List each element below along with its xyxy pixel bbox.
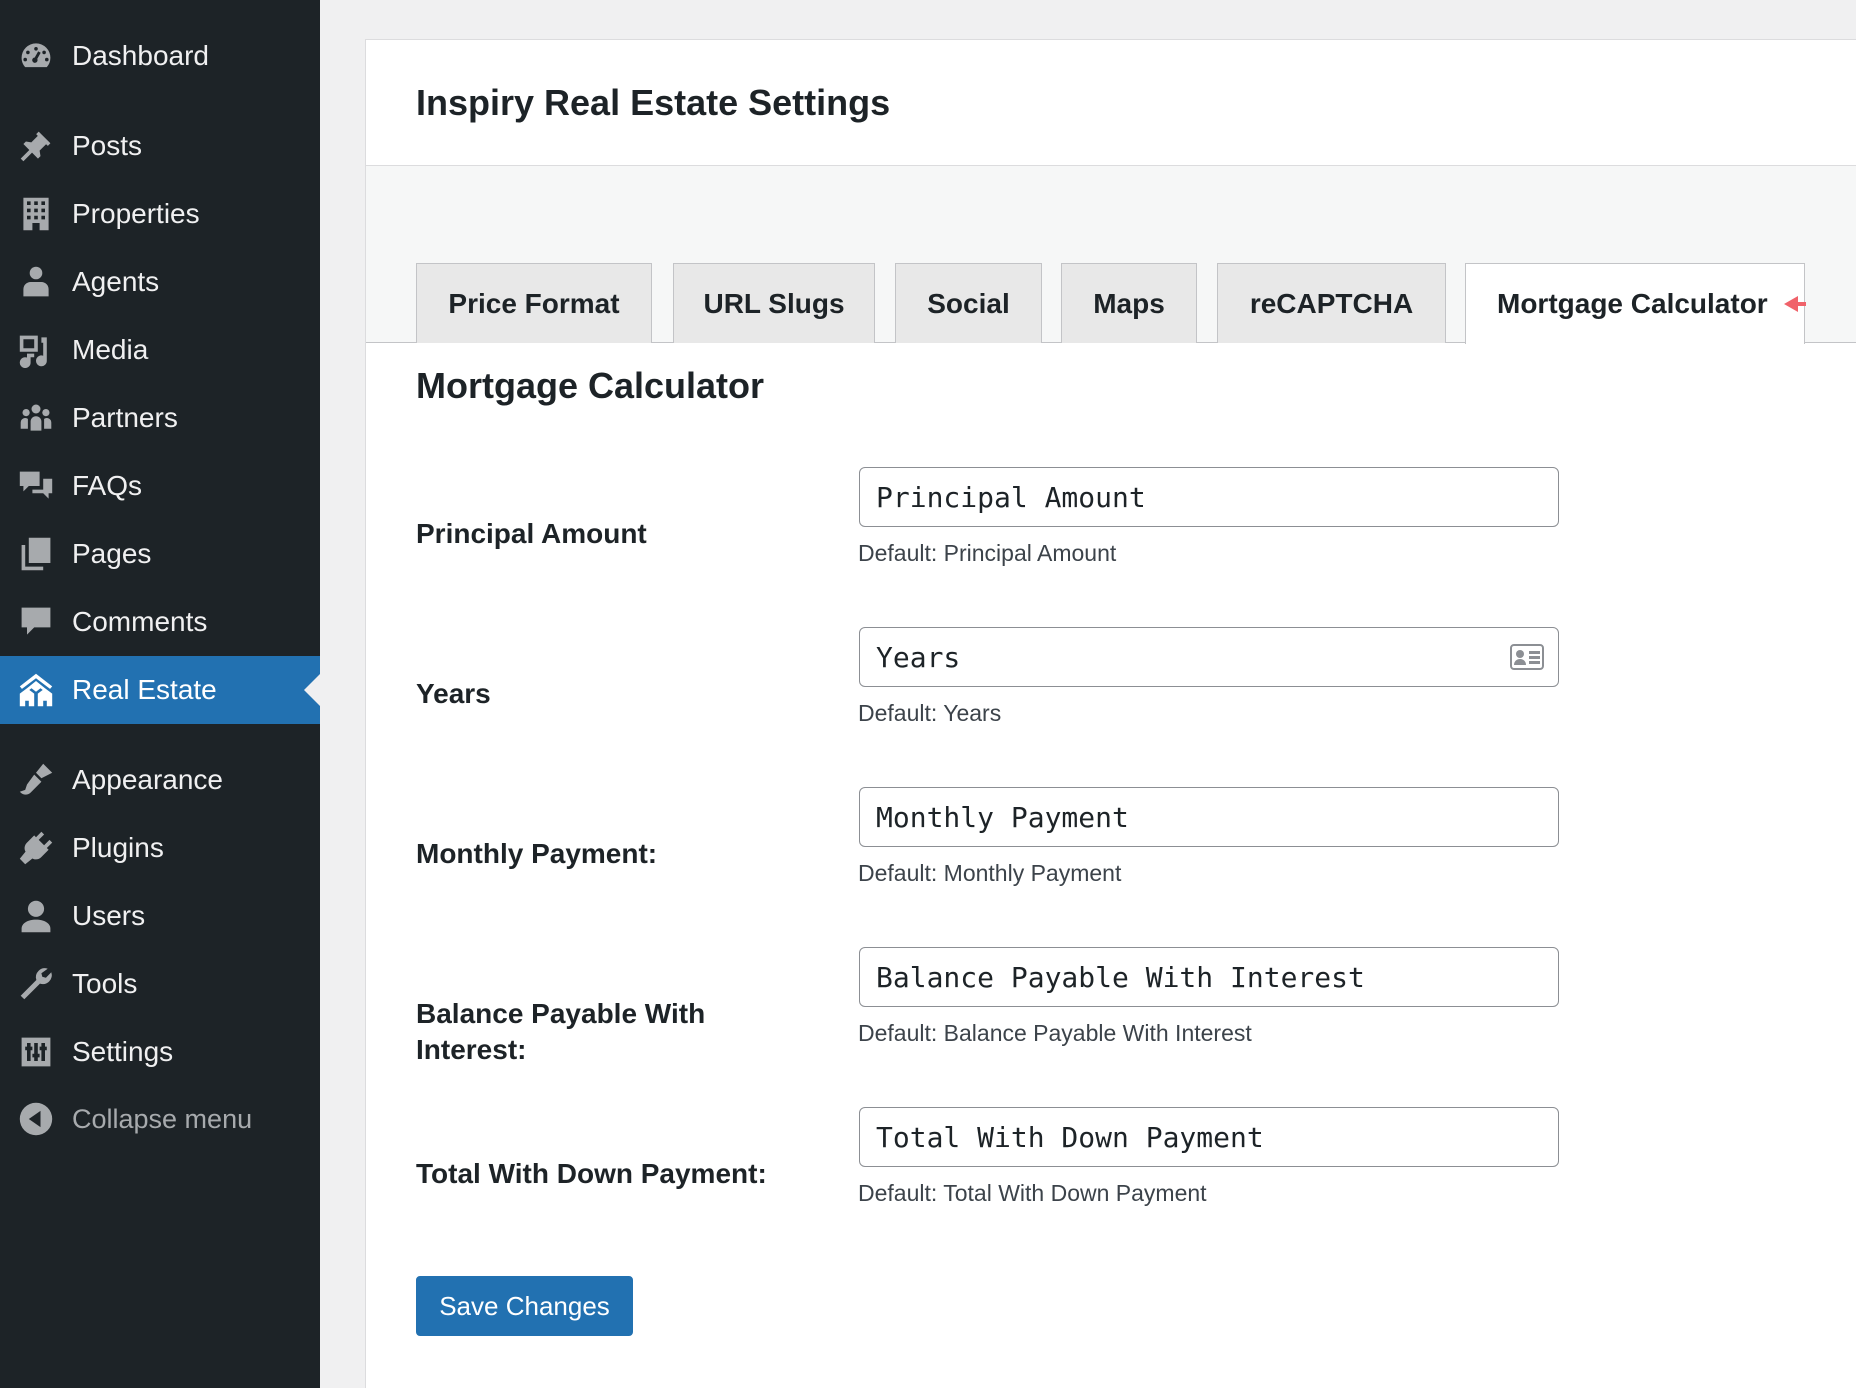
page-title: Inspiry Real Estate Settings bbox=[416, 82, 891, 123]
years-label: Years bbox=[416, 678, 491, 709]
save-changes-button[interactable]: Save Changes bbox=[416, 1276, 633, 1336]
total-down-payment-input[interactable] bbox=[859, 1107, 1559, 1167]
wrench-icon bbox=[18, 966, 54, 1002]
sidebar-item-users[interactable]: Users bbox=[0, 882, 320, 950]
plug-icon bbox=[18, 830, 54, 866]
sliders-icon bbox=[18, 1034, 54, 1070]
tab-price-format[interactable]: Price Format bbox=[416, 263, 652, 343]
monthly-payment-description: Default: Monthly Payment bbox=[858, 860, 1122, 886]
years-input[interactable] bbox=[859, 627, 1559, 687]
tab-label: URL Slugs bbox=[703, 287, 845, 319]
contact-card-icon[interactable] bbox=[1510, 644, 1544, 670]
admin-sidebar: Dashboard Posts Properties Agents Media … bbox=[0, 0, 320, 1388]
sidebar-item-agents[interactable]: Agents bbox=[0, 248, 320, 316]
tab-social[interactable]: Social bbox=[895, 263, 1042, 343]
media-icon bbox=[18, 332, 54, 368]
section-title: Mortgage Calculator bbox=[416, 365, 765, 406]
tab-mortgage-calculator[interactable]: Mortgage Calculator bbox=[1465, 263, 1806, 344]
sidebar-item-settings[interactable]: Settings bbox=[0, 1018, 320, 1086]
settings-panel: Inspiry Real Estate Settings Price Forma… bbox=[365, 39, 1856, 1388]
person-icon bbox=[18, 264, 54, 300]
groups-icon bbox=[18, 400, 54, 436]
tab-label: Maps bbox=[1093, 287, 1165, 319]
sidebar-item-label: Appearance bbox=[72, 764, 224, 795]
monthly-payment-input[interactable] bbox=[859, 787, 1559, 847]
sidebar-item-tools[interactable]: Tools bbox=[0, 950, 320, 1018]
sidebar-item-label: Partners bbox=[72, 402, 178, 433]
balance-payable-input[interactable] bbox=[859, 947, 1559, 1007]
sidebar-item-label: Settings bbox=[72, 1036, 174, 1067]
sidebar-item-label: FAQs bbox=[72, 470, 143, 501]
sidebar-item-appearance[interactable]: Appearance bbox=[0, 746, 320, 814]
tab-pointer-arrow bbox=[1784, 296, 1806, 312]
sidebar-item-properties[interactable]: Properties bbox=[0, 180, 320, 248]
collapse-menu-label: Collapse menu bbox=[72, 1103, 253, 1134]
houses-icon bbox=[18, 672, 54, 708]
sidebar-item-partners[interactable]: Partners bbox=[0, 384, 320, 452]
principal-amount-label: Principal Amount bbox=[416, 518, 647, 549]
sidebar-item-label: Comments bbox=[72, 606, 208, 637]
sidebar-item-label: Real Estate bbox=[72, 674, 217, 705]
user-icon bbox=[18, 898, 54, 934]
sidebar-item-label: Tools bbox=[72, 968, 138, 999]
sidebar-item-media[interactable]: Media bbox=[0, 316, 320, 384]
comment-icon bbox=[18, 604, 54, 640]
settings-tabs: Price Format URL Slugs Social Maps reCAP… bbox=[366, 166, 1856, 344]
sidebar-item-plugins[interactable]: Plugins bbox=[0, 814, 320, 882]
sidebar-item-real-estate[interactable]: Real Estate bbox=[0, 656, 320, 724]
sidebar-item-label: Properties bbox=[72, 198, 200, 229]
sidebar-item-pages[interactable]: Pages bbox=[0, 520, 320, 588]
sidebar-item-label: Users bbox=[72, 900, 146, 931]
tab-recaptcha[interactable]: reCAPTCHA bbox=[1217, 263, 1446, 343]
monthly-payment-label: Monthly Payment: bbox=[416, 838, 658, 869]
collapse-arrow-icon bbox=[18, 1101, 54, 1137]
sidebar-item-comments[interactable]: Comments bbox=[0, 588, 320, 656]
sidebar-item-label: Agents bbox=[72, 266, 160, 297]
pin-icon bbox=[18, 128, 54, 164]
tab-label: Social bbox=[927, 287, 1010, 319]
tab-label: Price Format bbox=[448, 287, 620, 319]
tab-maps[interactable]: Maps bbox=[1061, 263, 1197, 343]
building-icon bbox=[18, 196, 54, 232]
tab-label: reCAPTCHA bbox=[1249, 287, 1414, 319]
sidebar-item-faqs[interactable]: FAQs bbox=[0, 452, 320, 520]
principal-amount-description: Default: Principal Amount bbox=[858, 540, 1117, 566]
balance-payable-label: Balance Payable With Interest: bbox=[416, 998, 706, 1065]
sidebar-item-label: Pages bbox=[72, 538, 152, 569]
sidebar-item-label: Media bbox=[72, 334, 149, 365]
years-description: Default: Years bbox=[858, 700, 1002, 726]
sidebar-item-label: Dashboard bbox=[72, 40, 209, 71]
sidebar-item-label: Posts bbox=[72, 130, 143, 161]
pages-icon bbox=[18, 536, 54, 572]
panel-header: Inspiry Real Estate Settings bbox=[366, 40, 1856, 166]
tab-label: Mortgage Calculator bbox=[1497, 288, 1768, 319]
dashboard-icon bbox=[18, 38, 54, 74]
sidebar-item-dashboard[interactable]: Dashboard bbox=[0, 22, 320, 90]
collapse-menu-button[interactable]: Collapse menu bbox=[0, 1085, 320, 1153]
total-down-payment-description: Default: Total With Down Payment bbox=[858, 1180, 1207, 1206]
tab-url-slugs[interactable]: URL Slugs bbox=[673, 263, 875, 343]
chat-bubbles-icon bbox=[18, 468, 54, 504]
total-down-payment-label: Total With Down Payment: bbox=[416, 1158, 767, 1189]
balance-payable-description: Default: Balance Payable With Interest bbox=[858, 1020, 1252, 1046]
principal-amount-input[interactable] bbox=[859, 467, 1559, 527]
sidebar-item-label: Plugins bbox=[72, 832, 164, 863]
sidebar-item-posts[interactable]: Posts bbox=[0, 112, 320, 180]
brush-icon bbox=[18, 762, 54, 798]
